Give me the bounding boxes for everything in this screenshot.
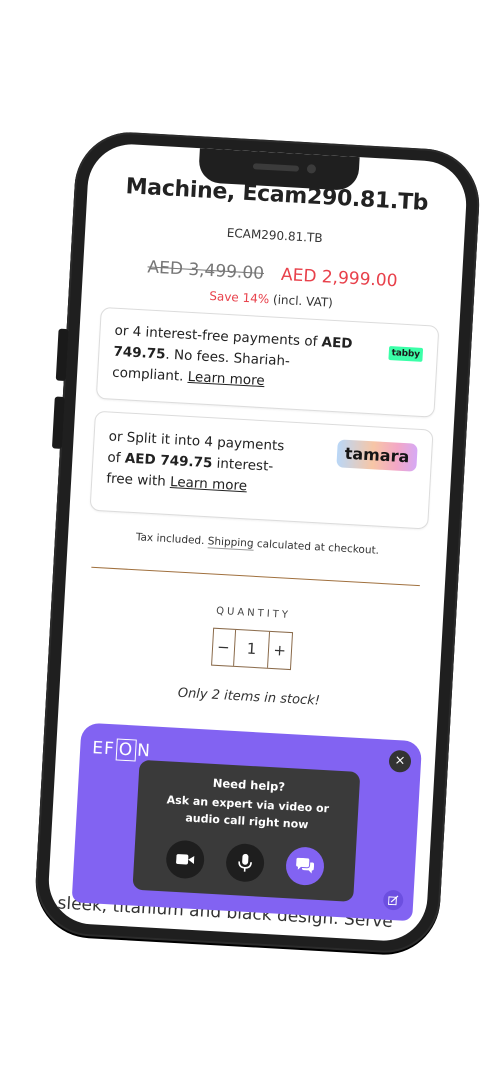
vat-note: (incl. VAT) [268,292,334,310]
shipping-link[interactable]: Shipping [207,535,254,551]
chat-button[interactable] [284,846,325,887]
tabby-installment-card: or 4 interest-free payments of AED 749.7… [95,306,440,418]
microphone-icon [237,853,252,872]
quantity-label: QUANTITY [215,605,292,621]
widget-close-button[interactable]: × [388,749,412,773]
widget-expand-button[interactable] [382,889,404,911]
stage: Machine, Ecam290.81.Tb ECAM290.81.TB AED… [0,0,500,1080]
tax-prefix: Tax included. [135,531,209,548]
savings-percent: Save 14% [208,288,270,307]
tabby-learn-more-link[interactable]: Learn more [187,369,265,389]
phone-mockup: Machine, Ecam290.81.Tb ECAM290.81.TB AED… [32,129,483,956]
sale-price: AED 2,999.00 [280,264,398,292]
stock-notice: Only 2 items in stock! [177,685,321,709]
efon-help-widget: EF O N × Need help? Ask an expert via vide… [71,722,423,922]
tabby-logo: tabby [388,346,424,362]
video-call-button[interactable] [164,839,205,880]
help-panel: Need help? Ask an expert via video or au… [132,759,361,902]
speaker-grille [252,163,299,172]
quantity-decrease-button[interactable]: − [212,629,236,666]
section-divider [91,566,420,587]
video-camera-icon [175,854,194,865]
front-camera [306,164,316,174]
tamara-installment-card: or Split it into 4 payments of AED 749.7… [89,410,434,530]
audio-call-button[interactable] [224,842,265,883]
tamara-learn-more-link[interactable]: Learn more [170,474,248,494]
help-subtitle: Ask an expert via video or audio call ri… [136,790,359,836]
original-price: AED 3,499.00 [146,257,265,284]
quantity-stepper: − 1 + [210,627,293,671]
efon-logo-part-3: N [136,740,152,762]
tamara-logo: tamara [336,439,418,472]
efon-logo-part-2: O [115,738,137,762]
call-options [133,838,356,888]
quantity-input[interactable]: 1 [233,629,270,668]
phone-screen: Machine, Ecam290.81.Tb ECAM290.81.TB AED… [46,142,469,943]
chat-icon [295,857,314,874]
tabby-text: or 4 interest-free payments of AED 749.7… [112,321,360,398]
efon-logo: EF O N [92,737,152,762]
tamara-amount: AED 749.75 [124,450,213,472]
tax-suffix: calculated at checkout. [253,537,380,557]
tamara-text: or Split it into 4 payments of AED 749.7… [106,427,299,501]
product-sku: ECAM290.81.TB [226,225,323,246]
tax-shipping-note: Tax included. Shipping calculated at che… [68,527,447,560]
quantity-increase-button[interactable]: + [268,632,292,669]
edit-square-icon [387,895,399,906]
efon-logo-part-1: EF [91,738,116,760]
